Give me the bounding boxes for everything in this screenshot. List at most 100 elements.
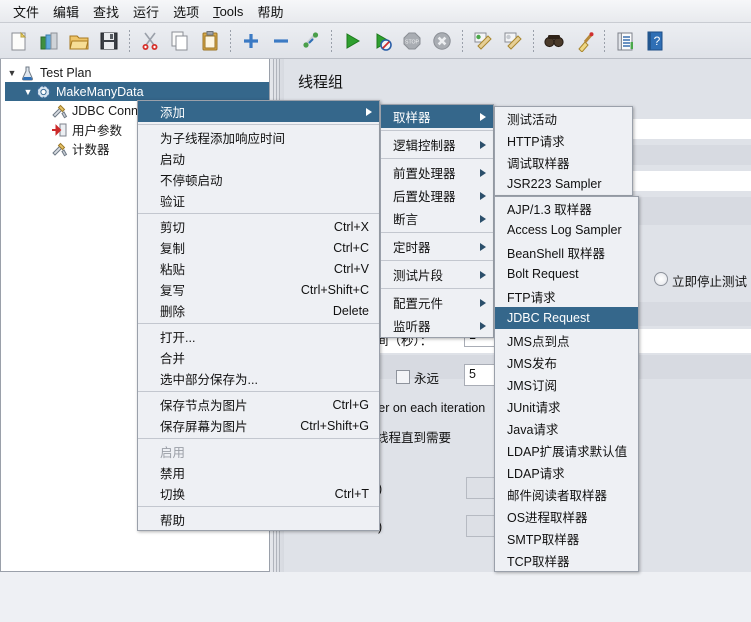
menu-item[interactable]: 选中部分保存为...	[138, 368, 379, 389]
menu-item[interactable]: 复制 Ctrl+C	[138, 237, 379, 258]
menu-item[interactable]: Bolt Request	[495, 263, 638, 285]
menu-item[interactable]: 定时器	[381, 235, 493, 258]
menu-item[interactable]: JMS发布	[495, 351, 638, 373]
menu-item[interactable]: 逻辑控制器	[381, 133, 493, 156]
config-element-icon	[51, 103, 69, 119]
menu-search[interactable]: 查找	[86, 0, 126, 23]
menu-item[interactable]: Access Log Sampler	[495, 219, 638, 241]
menu-item-label: 复制	[160, 242, 186, 256]
menu-item-label: JDBC Request	[507, 311, 590, 325]
toolbar: STOP?	[0, 23, 751, 59]
menu-item[interactable]: JUnit请求	[495, 395, 638, 417]
submenu-arrow-icon	[480, 214, 486, 223]
expand-all-icon[interactable]	[238, 28, 264, 54]
menu-item[interactable]: LDAP请求	[495, 461, 638, 483]
reset-search-icon[interactable]	[571, 28, 597, 54]
menu-item[interactable]: JDBC Request	[495, 307, 638, 329]
menu-item[interactable]: 不停顿启动	[138, 169, 379, 190]
menu-help[interactable]: 帮助	[250, 0, 290, 23]
sampler-submenu-top-group[interactable]: 测试活动 HTTP请求 调试取样器 JSR223 Sampler	[494, 106, 633, 196]
add-submenu[interactable]: 取样器逻辑控制器前置处理器后置处理器断言定时器测试片段配置元件 监听器	[380, 104, 494, 338]
copy-icon[interactable]	[167, 28, 193, 54]
menu-item[interactable]: LDAP扩展请求默认值	[495, 439, 638, 461]
menu-item[interactable]: 测试片段	[381, 263, 493, 286]
shutdown-icon[interactable]	[429, 28, 455, 54]
start-icon[interactable]	[339, 28, 365, 54]
menu-item[interactable]: 后置处理器	[381, 184, 493, 207]
menu-tools[interactable]: Tools	[206, 2, 250, 21]
menu-item[interactable]: 帮助	[138, 509, 379, 530]
collapse-all-icon[interactable]	[268, 28, 294, 54]
menu-item[interactable]: 剪切 Ctrl+X	[138, 216, 379, 237]
menu-item[interactable]: 合并	[138, 347, 379, 368]
menu-item[interactable]: HTTP请求	[495, 129, 632, 151]
menu-file[interactable]: 文件	[6, 0, 46, 23]
new-icon[interactable]	[6, 28, 32, 54]
menu-item[interactable]: 禁用	[138, 462, 379, 483]
menu-item[interactable]: 删除 Delete	[138, 300, 379, 321]
menu-item[interactable]: JMS点到点	[495, 329, 638, 351]
menu-item[interactable]: 断言	[381, 207, 493, 230]
menu-item[interactable]: BeanShell 取样器	[495, 241, 638, 263]
menu-run[interactable]: 运行	[126, 0, 166, 23]
menu-item-label: 断言	[393, 213, 419, 227]
submenu-arrow-icon	[480, 242, 486, 251]
menu-item[interactable]: 为子线程添加响应时间	[138, 127, 379, 148]
help-icon[interactable]: ?	[642, 28, 668, 54]
menu-item[interactable]: 邮件阅读者取样器	[495, 483, 638, 505]
expander-icon[interactable]: ▼	[21, 87, 35, 97]
menu-item[interactable]: SMTP取样器	[495, 527, 638, 549]
menu-item[interactable]: 前置处理器	[381, 161, 493, 184]
menu-item-label: 添加	[160, 106, 186, 120]
toolbar-separator	[533, 29, 534, 52]
clear-icon[interactable]	[470, 28, 496, 54]
menu-item[interactable]: 切换 Ctrl+T	[138, 483, 379, 504]
menu-item-label: 后置处理器	[393, 190, 456, 204]
jmeter-window: 文件 编辑 查找 运行 选项 Tools 帮助 STOP? 线程组 立即停止测试 间（秒）：…	[0, 0, 751, 572]
menu-item[interactable]: OS进程取样器	[495, 505, 638, 527]
menu-item[interactable]: 调试取样器	[495, 151, 632, 173]
menu-item[interactable]: JSR223 Sampler	[495, 173, 632, 195]
start-no-pause-icon[interactable]	[369, 28, 395, 54]
submenu-arrow-icon	[480, 168, 486, 177]
open-icon[interactable]	[66, 28, 92, 54]
menu-item[interactable]: 打开...	[138, 326, 379, 347]
menu-item[interactable]: JMS订阅	[495, 373, 638, 395]
menu-item[interactable]: 配置元件	[381, 291, 493, 314]
search-icon[interactable]	[541, 28, 567, 54]
menu-item[interactable]: 保存屏幕为图片 Ctrl+Shift+G	[138, 415, 379, 436]
stop-test-now-radio[interactable]	[654, 272, 668, 286]
menu-options[interactable]: 选项	[166, 0, 206, 23]
toggle-icon[interactable]	[298, 28, 324, 54]
menu-item[interactable]: 测试活动	[495, 107, 632, 129]
clear-all-icon[interactable]	[500, 28, 526, 54]
menu-item[interactable]: 启用	[138, 441, 379, 462]
templates-icon[interactable]	[36, 28, 62, 54]
tree-context-menu[interactable]: 添加为子线程添加响应时间 启动 不停顿启动 验证剪切 Ctrl+X 复制 Ctrl+C 粘贴 C…	[137, 100, 380, 531]
menu-item[interactable]: AJP/1.3 取样器	[495, 197, 638, 219]
sampler-submenu-main-group[interactable]: AJP/1.3 取样器 Access Log Sampler BeanShell 取…	[494, 196, 639, 572]
expander-icon[interactable]: ▼	[5, 68, 19, 78]
tree-node-0[interactable]: ▼ Test Plan	[5, 63, 269, 82]
save-icon[interactable]	[96, 28, 122, 54]
menu-edit[interactable]: 编辑	[46, 0, 86, 23]
menu-item[interactable]: FTP请求	[495, 285, 638, 307]
menu-item[interactable]: 监听器	[381, 314, 493, 337]
menu-item[interactable]: 保存节点为图片 Ctrl+G	[138, 394, 379, 415]
tree-node-1[interactable]: ▼ MakeManyData	[5, 82, 269, 101]
paste-icon[interactable]	[197, 28, 223, 54]
menu-item[interactable]: 添加	[138, 101, 379, 122]
cut-icon[interactable]	[137, 28, 163, 54]
stop-icon[interactable]: STOP	[399, 28, 425, 54]
menu-item[interactable]: 粘贴 Ctrl+V	[138, 258, 379, 279]
function-helper-icon[interactable]	[612, 28, 638, 54]
menu-item[interactable]: 验证	[138, 190, 379, 211]
menu-item[interactable]: 取样器	[381, 105, 493, 128]
menu-item[interactable]: TCP取样器	[495, 549, 638, 571]
menu-item[interactable]: 启动	[138, 148, 379, 169]
forever-checkbox[interactable]	[396, 370, 410, 384]
menu-item[interactable]: Java请求	[495, 417, 638, 439]
menu-item[interactable]: 复写 Ctrl+Shift+C	[138, 279, 379, 300]
menu-item-label: LDAP扩展请求默认值	[507, 444, 628, 459]
menu-item-accelerator: Ctrl+V	[333, 261, 369, 276]
